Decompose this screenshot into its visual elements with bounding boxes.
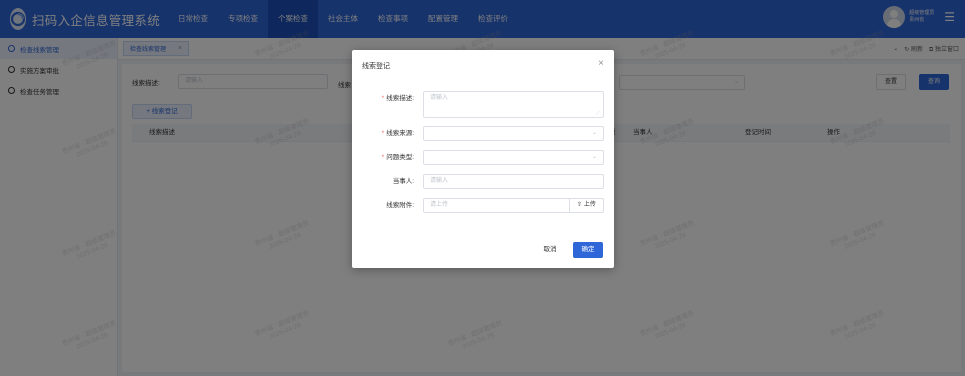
required-mark: * bbox=[381, 154, 385, 161]
required-mark: * bbox=[381, 95, 385, 102]
field-label: * 线索来源: bbox=[381, 130, 414, 137]
source-select[interactable]: ⌄ bbox=[423, 126, 604, 141]
field-label: 当事人: bbox=[392, 178, 414, 185]
dialog-title: 线索登记 bbox=[362, 63, 390, 70]
party-input[interactable]: 请输入 bbox=[423, 174, 604, 189]
chevron-down-icon: ⌄ bbox=[591, 130, 597, 136]
upload-button[interactable]: ⇧ 上传 bbox=[569, 198, 603, 213]
clue-registration-dialog: 线索登记 × * 线索描述: 请输入 ⟋ * 线索来源: ⌄ * 问题类型: ⌄ 当事… bbox=[352, 50, 614, 268]
attachment-placeholder: 请上传 bbox=[430, 202, 449, 208]
problem-type-select[interactable]: ⌄ bbox=[423, 150, 604, 165]
close-icon[interactable]: × bbox=[598, 58, 604, 69]
cancel-button[interactable]: 取消 bbox=[535, 242, 565, 258]
field-label: * 问题类型: bbox=[381, 154, 414, 161]
field-label: 线索附件: bbox=[386, 202, 414, 209]
attachment-input[interactable]: 请上传 ⇧ 上传 bbox=[423, 198, 604, 213]
chevron-down-icon: ⌄ bbox=[591, 154, 597, 160]
required-mark: * bbox=[381, 130, 385, 137]
description-textarea[interactable]: 请输入 bbox=[423, 91, 604, 118]
upload-icon: ⇧ bbox=[577, 202, 583, 208]
field-label: * 线索描述: bbox=[381, 95, 414, 102]
confirm-button[interactable]: 确定 bbox=[573, 242, 603, 258]
